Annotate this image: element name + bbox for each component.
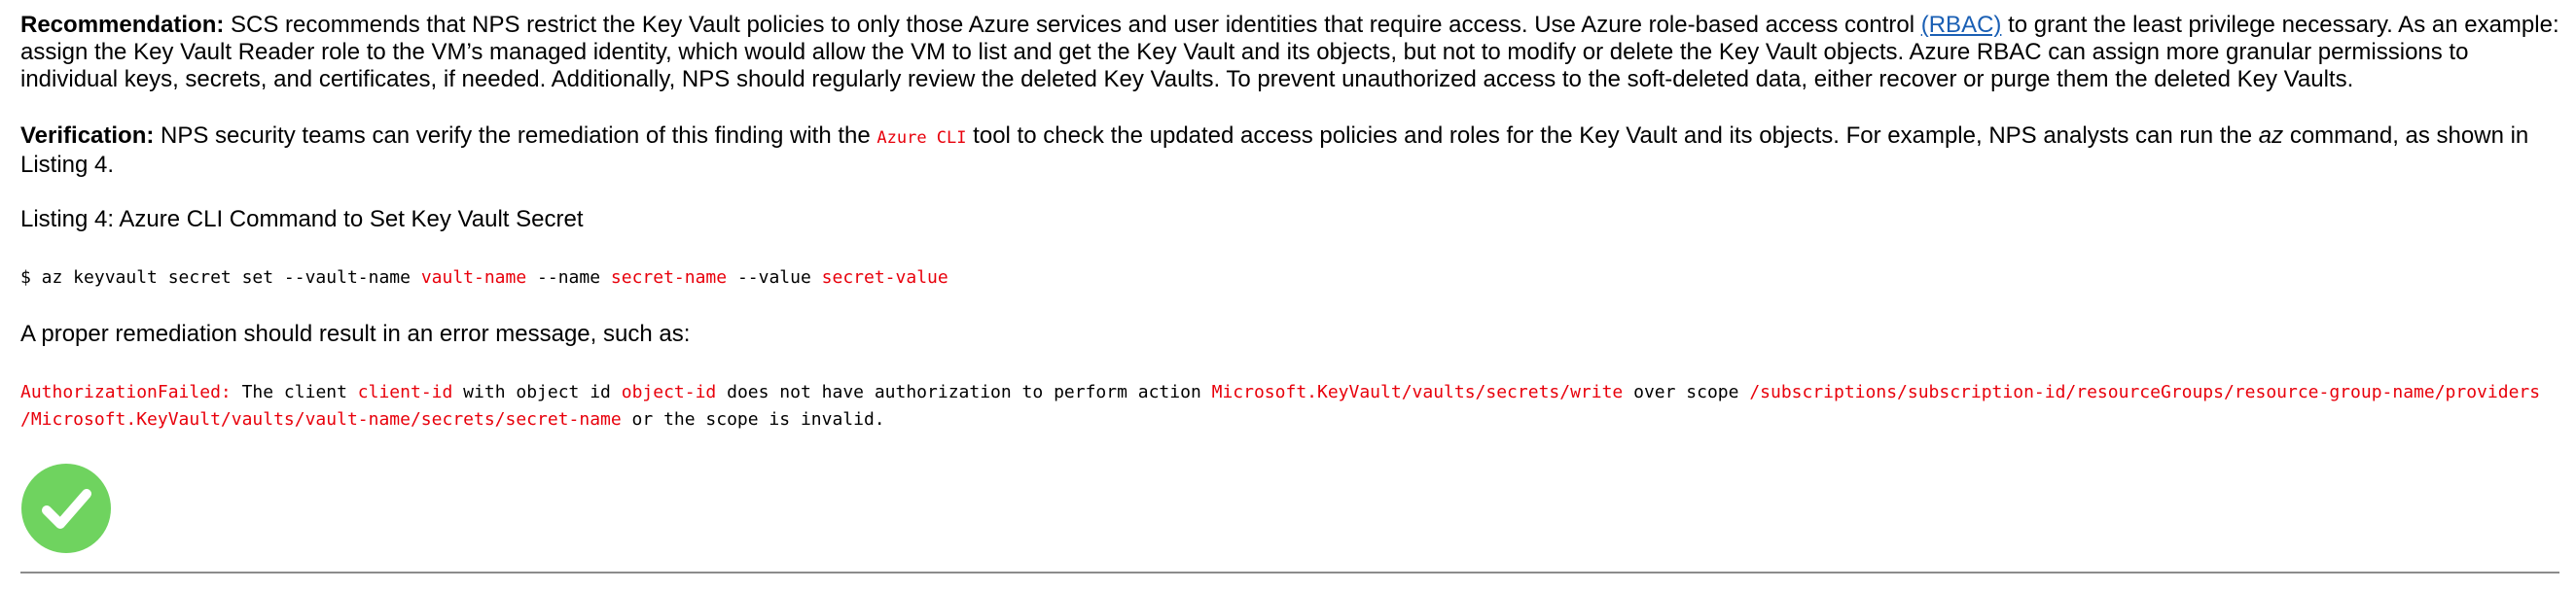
- error-scope-part-1: /subscriptions/subscription-id/resourceG…: [1749, 382, 2541, 402]
- verification-text-2: tool to check the updated access policie…: [966, 122, 2259, 149]
- error-text-3: does not have authorization to perform a…: [716, 382, 1212, 402]
- error-text-4: over scope: [1623, 382, 1750, 402]
- rbac-link[interactable]: (RBAC): [1921, 12, 2002, 38]
- command-name-flag: --name: [526, 267, 611, 288]
- verification-text-1: NPS security teams can verify the remedi…: [154, 122, 877, 149]
- command-secret-name: secret-name: [610, 267, 728, 288]
- azure-cli-inline-code: Azure CLI: [877, 128, 967, 148]
- recommendation-paragraph: Recommendation: SCS recommends that NPS …: [20, 12, 2559, 93]
- command-secret-value: secret-value: [821, 267, 948, 288]
- listing-title: Listing 4: Azure CLI Command to Set Key …: [20, 206, 584, 232]
- horizontal-divider: [20, 572, 2559, 574]
- error-line-2: /Microsoft.KeyVault/vaults/vault-name/se…: [20, 406, 885, 434]
- error-scope-part-2: /Microsoft.KeyVault/vaults/vault-name/se…: [20, 409, 622, 430]
- error-code: AuthorizationFailed:: [20, 382, 232, 402]
- proper-remediation-text: A proper remediation should result in an…: [20, 321, 691, 347]
- verification-paragraph: Verification: NPS security teams can ver…: [20, 122, 2559, 179]
- command-value-flag: --value: [727, 267, 822, 288]
- error-client-id: client-id: [357, 382, 453, 402]
- command-code-block: $ az keyvault secret set --vault-name va…: [20, 264, 948, 292]
- error-text-1: The client: [231, 382, 358, 402]
- error-text-5: or the scope is invalid.: [621, 409, 885, 430]
- recommendation-label: Recommendation:: [20, 12, 225, 38]
- verification-label: Verification:: [20, 122, 155, 149]
- az-command-italic: az: [2258, 122, 2284, 149]
- error-action: Microsoft.KeyVault/vaults/secrets/write: [1211, 382, 1624, 402]
- check-circle-icon: [21, 464, 111, 553]
- recommendation-text-1: SCS recommends that NPS restrict the Key…: [224, 12, 1921, 38]
- error-object-id: object-id: [621, 382, 717, 402]
- command-prefix: $ az keyvault secret set --vault-name: [20, 267, 421, 288]
- error-text-2: with object id: [452, 382, 622, 402]
- command-vault-name: vault-name: [420, 267, 527, 288]
- error-line-1: AuthorizationFailed: The client client-i…: [20, 379, 2540, 406]
